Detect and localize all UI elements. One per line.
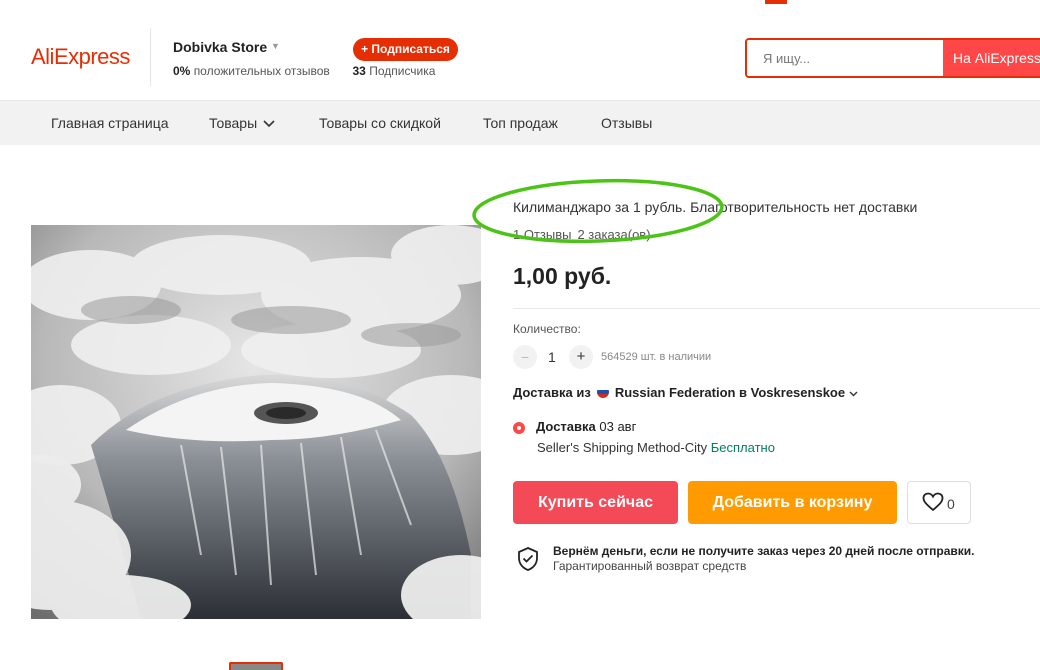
delivery-date: 03 авг xyxy=(599,419,637,434)
nav-item-products[interactable]: Товары xyxy=(209,115,275,131)
search-button[interactable]: На AliExpress xyxy=(943,40,1040,76)
orders-count: 2 заказа(ов) xyxy=(577,227,651,242)
reviews-link[interactable]: 1 Отзывы xyxy=(513,227,571,242)
nav-item-home[interactable]: Главная страница xyxy=(51,115,169,131)
nav-label: Товары xyxy=(209,115,258,131)
chevron-down-icon xyxy=(263,120,275,128)
followers-value: 33 xyxy=(352,64,366,78)
search-input[interactable] xyxy=(747,40,943,76)
subscribe-button[interactable]: + Подписаться xyxy=(353,38,458,61)
nav-label: Товары со скидкой xyxy=(319,115,441,131)
delivery-option-radio[interactable] xyxy=(513,422,525,434)
nav-label: Топ продаж xyxy=(483,115,558,131)
ship-from-selector[interactable]: Доставка из Russian Federation в Voskrese… xyxy=(513,385,858,400)
divider xyxy=(513,308,1040,309)
followers-label: Подписчика xyxy=(369,64,436,78)
stock-available: 564529 шт. в наличии xyxy=(601,351,712,363)
nav-item-reviews[interactable]: Отзывы xyxy=(601,115,652,131)
nav-item-discounts[interactable]: Товары со скидкой xyxy=(319,115,441,131)
thumbnail-selected[interactable] xyxy=(229,662,283,670)
product-meta: 1 Отзывы 2 заказа(ов) xyxy=(513,227,651,242)
ship-from-value: Russian Federation в Voskresenskoe xyxy=(614,385,846,400)
header-divider xyxy=(150,28,151,86)
ship-from-label: Доставка из xyxy=(513,385,591,400)
search-box: На AliExpress xyxy=(745,38,1040,78)
quantity-decrement-button[interactable]: − xyxy=(513,345,537,369)
store-nav: Главная страница Товары Товары со скидко… xyxy=(0,101,1040,145)
quantity-label: Количество: xyxy=(513,322,581,336)
shipping-method-name: Seller's Shipping Method-City xyxy=(537,440,708,455)
nav-item-top-sales[interactable]: Топ продаж xyxy=(483,115,558,131)
product-price: 1,00 руб. xyxy=(513,263,612,289)
guarantee-title: Вернём деньги, если не получите заказ че… xyxy=(553,544,975,558)
rating-value: 0% xyxy=(173,64,191,78)
store-name[interactable]: Dobivka Store xyxy=(173,39,267,55)
wishlist-count: 0 xyxy=(947,496,955,512)
flag-icon xyxy=(765,0,787,4)
chevron-down-icon xyxy=(849,391,858,397)
shipping-price: Бесплатно xyxy=(710,440,775,455)
buy-now-button[interactable]: Купить сейчас xyxy=(513,481,678,524)
shield-check-icon xyxy=(518,547,538,571)
product-image[interactable] xyxy=(31,225,481,619)
guarantee-subtitle: Гарантированный возврат средств xyxy=(553,559,747,573)
rating-label: положительных отзывов xyxy=(193,64,330,78)
product-title: Килиманджаро за 1 рубль. Благотворительн… xyxy=(513,199,918,215)
delivery-estimate: Доставка 03 авг xyxy=(536,419,636,434)
store-header: AliExpress Dobivka Store ▼ 0% положитель… xyxy=(0,6,1040,101)
russia-flag-icon xyxy=(596,386,609,398)
heart-icon xyxy=(922,492,944,512)
store-stats: 0% положительных отзывов 33 Подписчика xyxy=(173,64,435,78)
add-to-cart-button[interactable]: Добавить в корзину xyxy=(688,481,897,524)
aliexpress-logo[interactable]: AliExpress xyxy=(31,44,130,70)
delivery-label: Доставка xyxy=(536,419,596,434)
store-caret-icon[interactable]: ▼ xyxy=(271,41,280,51)
nav-label: Отзывы xyxy=(601,115,653,131)
quantity-increment-button[interactable]: + xyxy=(569,345,593,369)
wishlist-button[interactable]: 0 xyxy=(907,481,971,524)
shipping-method: Seller's Shipping Method-City Бесплатно xyxy=(537,440,775,455)
quantity-value[interactable]: 1 xyxy=(548,349,556,365)
nav-label: Главная страница xyxy=(51,115,169,131)
